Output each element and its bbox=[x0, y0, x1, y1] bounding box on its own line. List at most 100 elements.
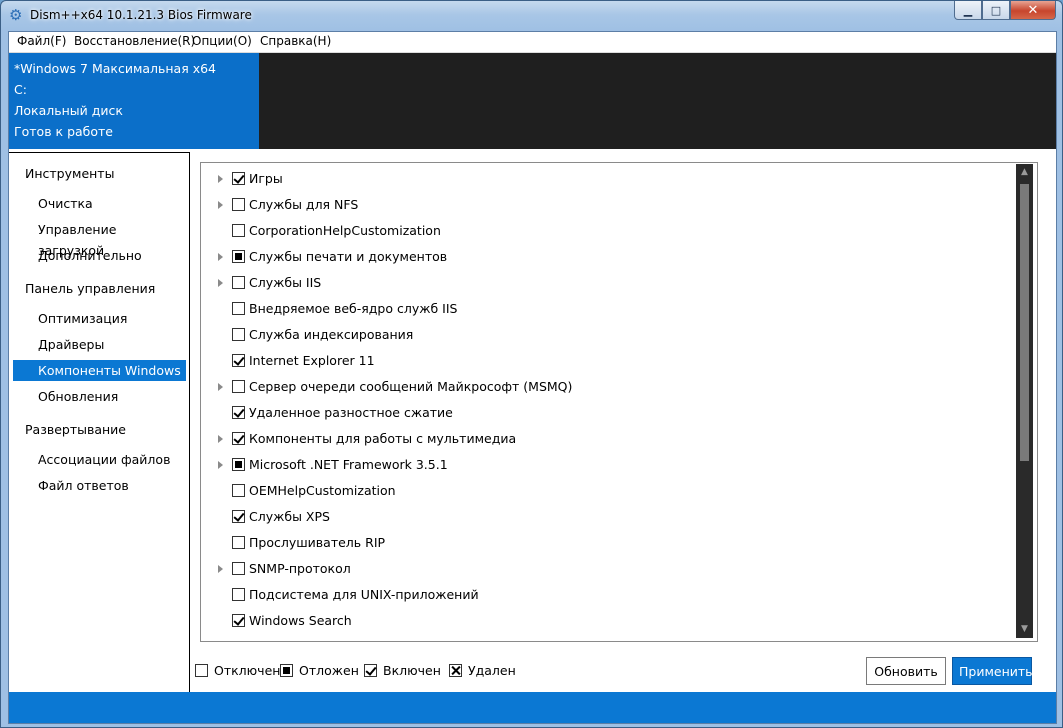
feature-checkbox[interactable] bbox=[232, 172, 245, 185]
feature-row[interactable]: Службы печати и документов bbox=[201, 245, 1011, 271]
sidebar-item-file-associations[interactable]: Ассоциации файлов bbox=[13, 449, 186, 470]
status-bar bbox=[9, 692, 1056, 723]
expand-arrow-icon[interactable] bbox=[218, 175, 223, 183]
expand-arrow-icon[interactable] bbox=[218, 565, 223, 573]
feature-label: Службы XPS bbox=[249, 509, 330, 524]
sidebar-item-boot-manager[interactable]: Управление загрузкой bbox=[13, 219, 186, 258]
feature-label: CorporationHelpCustomization bbox=[249, 223, 441, 238]
sidebar-group-tools: Инструменты bbox=[25, 166, 115, 181]
feature-row[interactable]: OEMHelpCustomization bbox=[201, 479, 1011, 505]
expand-arrow-icon[interactable] bbox=[218, 279, 223, 287]
sidebar-item-updates[interactable]: Обновления bbox=[13, 386, 186, 407]
menu-restore[interactable]: Восстановление(R) bbox=[74, 34, 195, 48]
feature-checkbox[interactable] bbox=[232, 536, 245, 549]
feature-checkbox[interactable] bbox=[232, 406, 245, 419]
scroll-up-icon[interactable]: ▲ bbox=[1016, 164, 1033, 181]
expand-arrow-icon[interactable] bbox=[218, 461, 223, 469]
feature-row[interactable]: Подсистема для UNIX-приложений bbox=[201, 583, 1011, 609]
feature-row[interactable]: Службы IIS bbox=[201, 271, 1011, 297]
title-bar[interactable]: ⚙ Dism++x64 10.1.21.3 Bios Firmware ▁ □ … bbox=[1, 1, 1062, 31]
feature-row[interactable]: Internet Explorer 11 bbox=[201, 349, 1011, 375]
window-title: Dism++x64 10.1.21.3 Bios Firmware bbox=[30, 8, 252, 22]
maximize-button[interactable]: □ bbox=[982, 1, 1010, 20]
feature-row[interactable]: CorporationHelpCustomization bbox=[201, 219, 1011, 245]
scroll-thumb[interactable] bbox=[1020, 184, 1029, 461]
close-button[interactable]: ✕ bbox=[1010, 1, 1056, 20]
feature-row[interactable]: Службы для NFS bbox=[201, 193, 1011, 219]
feature-label: Службы печати и документов bbox=[249, 249, 448, 264]
feature-checkbox[interactable] bbox=[232, 198, 245, 211]
feature-label: Microsoft .NET Framework 3.5.1 bbox=[249, 457, 448, 472]
feature-checkbox[interactable] bbox=[232, 380, 245, 393]
feature-checkbox[interactable] bbox=[232, 432, 245, 445]
feature-checkbox[interactable] bbox=[232, 276, 245, 289]
sidebar: Инструменты Очистка Управление загрузкой… bbox=[9, 152, 190, 694]
menu-file[interactable]: Файл(F) bbox=[17, 34, 66, 48]
expand-arrow-icon[interactable] bbox=[218, 383, 223, 391]
expand-arrow-icon[interactable] bbox=[218, 435, 223, 443]
maximize-icon: □ bbox=[990, 3, 1002, 17]
feature-row[interactable]: Игры bbox=[201, 167, 1011, 193]
feature-label: Сервер очереди сообщений Майкрософт (MSM… bbox=[249, 379, 573, 394]
feature-checkbox[interactable] bbox=[232, 458, 245, 471]
feature-checkbox[interactable] bbox=[232, 614, 245, 627]
feature-row[interactable]: Внедряемое веб-ядро служб IIS bbox=[201, 297, 1011, 323]
caption-buttons: ▁ □ ✕ bbox=[954, 1, 1056, 21]
drive-type: Локальный диск bbox=[14, 103, 123, 118]
legend-label: Включен bbox=[383, 663, 441, 678]
feature-row[interactable]: Компоненты для работы с мультимедиа bbox=[201, 427, 1011, 453]
feature-row[interactable]: SNMP-протокол bbox=[201, 557, 1011, 583]
feature-checkbox[interactable] bbox=[232, 588, 245, 601]
sidebar-group-control-panel: Панель управления bbox=[25, 281, 156, 296]
apply-button[interactable]: Применить bbox=[952, 657, 1033, 685]
feature-checkbox[interactable] bbox=[232, 328, 245, 341]
feature-row[interactable]: Прослушиватель RIP bbox=[201, 531, 1011, 557]
feature-row[interactable]: Служба индексирования bbox=[201, 323, 1011, 349]
feature-label: Компоненты для работы с мультимедиа bbox=[249, 431, 517, 446]
feature-checkbox[interactable] bbox=[232, 354, 245, 367]
sidebar-item-optimization[interactable]: Оптимизация bbox=[13, 308, 186, 329]
feature-checkbox[interactable] bbox=[232, 562, 245, 575]
system-info-panel[interactable]: *Windows 7 Максимальная x64 C: Локальный… bbox=[9, 53, 259, 149]
vertical-scrollbar[interactable]: ▲ ▼ bbox=[1016, 164, 1033, 638]
system-drive: C: bbox=[14, 82, 27, 97]
feature-checkbox[interactable] bbox=[232, 302, 245, 315]
feature-row[interactable]: Удаленное разностное сжатие bbox=[201, 401, 1011, 427]
expand-arrow-icon[interactable] bbox=[218, 253, 223, 261]
legend-checkbox-icon bbox=[195, 664, 208, 677]
feature-label: Игры bbox=[249, 171, 283, 186]
feature-row[interactable]: Windows Search bbox=[201, 609, 1011, 635]
close-icon: ✕ bbox=[1027, 2, 1039, 18]
status-text: Готов к работе bbox=[14, 124, 113, 139]
expand-arrow-icon[interactable] bbox=[218, 201, 223, 209]
feature-checkbox[interactable] bbox=[232, 224, 245, 237]
feature-checkbox[interactable] bbox=[232, 510, 245, 523]
sidebar-item-cleanup[interactable]: Очистка bbox=[13, 193, 186, 214]
menu-options[interactable]: Опции(O) bbox=[192, 34, 252, 48]
sidebar-item-drivers[interactable]: Драйверы bbox=[13, 334, 186, 355]
sidebar-item-answer-file[interactable]: Файл ответов bbox=[13, 475, 186, 496]
feature-label: Внедряемое веб-ядро служб IIS bbox=[249, 301, 458, 316]
feature-label: Internet Explorer 11 bbox=[249, 353, 375, 368]
gears-icon: ⚙ bbox=[9, 6, 23, 24]
feature-row[interactable]: Службы XPS bbox=[201, 505, 1011, 531]
legend-checkbox-icon bbox=[449, 664, 462, 677]
sidebar-item-advanced[interactable]: Дополнительно bbox=[13, 245, 186, 266]
minimize-button[interactable]: ▁ bbox=[954, 1, 982, 20]
feature-checkbox[interactable] bbox=[232, 484, 245, 497]
feature-label: Службы IIS bbox=[249, 275, 322, 290]
system-name: *Windows 7 Максимальная x64 bbox=[14, 61, 217, 76]
legend-label: Отложен bbox=[299, 663, 359, 678]
legend-checkbox-icon bbox=[280, 664, 293, 677]
sidebar-item-windows-features[interactable]: Компоненты Windows bbox=[13, 360, 186, 381]
legend-checkbox-icon bbox=[364, 664, 377, 677]
refresh-button[interactable]: Обновить bbox=[866, 657, 946, 685]
scroll-down-icon[interactable]: ▼ bbox=[1016, 621, 1033, 638]
menu-help[interactable]: Справка(H) bbox=[260, 34, 331, 48]
minimize-icon: ▁ bbox=[963, 3, 973, 17]
feature-label: OEMHelpCustomization bbox=[249, 483, 396, 498]
feature-row[interactable]: Сервер очереди сообщений Майкрософт (MSM… bbox=[201, 375, 1011, 401]
feature-label: Удаленное разностное сжатие bbox=[249, 405, 453, 420]
feature-checkbox[interactable] bbox=[232, 250, 245, 263]
feature-row[interactable]: Microsoft .NET Framework 3.5.1 bbox=[201, 453, 1011, 479]
